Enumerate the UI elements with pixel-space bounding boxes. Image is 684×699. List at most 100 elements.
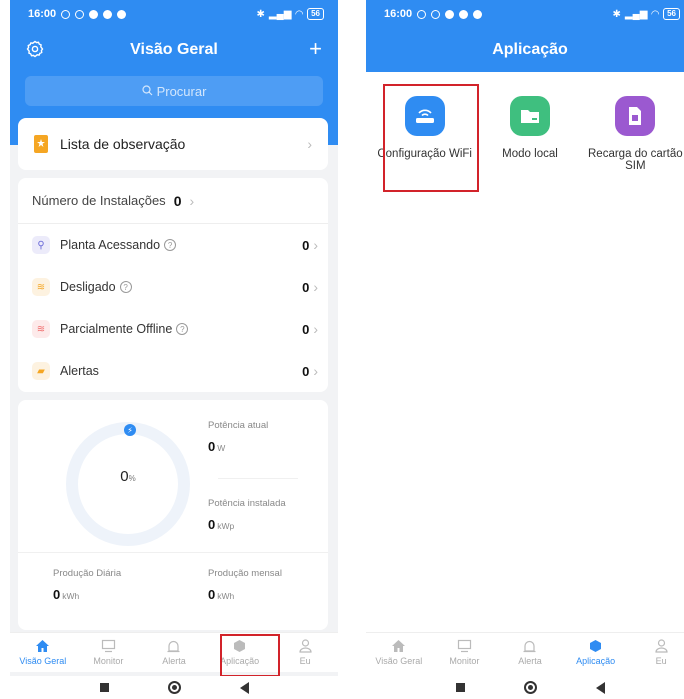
gauge-value: 0%	[120, 468, 136, 485]
sim-card-icon	[615, 96, 656, 136]
chevron-right-icon: ›	[313, 321, 318, 337]
current-power-value: 0	[208, 439, 216, 454]
status-row-label: Desligado	[60, 280, 116, 294]
tab-label: Monitor	[93, 656, 124, 666]
home-icon	[391, 639, 407, 653]
installed-power: Potência instalada 0 kWp	[208, 498, 286, 532]
help-icon[interactable]: ?	[119, 281, 132, 293]
home-icon	[35, 639, 51, 653]
add-button[interactable]: +	[309, 36, 322, 62]
monthly-production: Produção mensal 0 kWh	[208, 568, 282, 602]
search-placeholder: Procurar	[156, 83, 207, 99]
monthly-production-unit: kWh	[217, 591, 235, 601]
notification-icon	[103, 9, 113, 19]
recent-apps-button[interactable]	[99, 683, 109, 692]
bookmark-star-icon	[34, 135, 48, 153]
divider	[218, 478, 298, 479]
tab-overview[interactable]: Visão Geral	[10, 633, 76, 672]
user-icon	[653, 639, 669, 653]
back-button[interactable]	[239, 681, 249, 694]
app-label: Modo local	[502, 148, 558, 160]
alarm-icon	[522, 639, 538, 653]
status-time: 16:00	[28, 8, 57, 20]
installed-power-label: Potência instalada	[208, 498, 286, 509]
monthly-production-label: Produção mensal	[208, 568, 282, 579]
folder-icon	[509, 96, 550, 136]
chevron-right-icon: ›	[313, 279, 318, 295]
bluetooth-icon: ✱	[612, 8, 621, 20]
installed-power-value: 0	[208, 517, 216, 532]
wifi-off-icon: ≋	[32, 278, 50, 296]
monthly-production-value: 0	[208, 587, 216, 602]
application-screen: 16:00 ✱ ▂▄▆ ◠ 56 Aplicação Configuração	[366, 0, 684, 699]
current-power-label: Potência atual	[208, 420, 269, 431]
app-label: Recarga do cartão SIM	[588, 148, 683, 172]
status-row-alerts[interactable]: ▰ Alertas 0 ›	[18, 350, 328, 392]
wifi-icon: ◠	[651, 8, 660, 20]
chevron-right-icon: ›	[189, 192, 195, 209]
app-sim-recharge[interactable]: Recarga do cartão SIM	[587, 86, 683, 172]
tab-alert[interactable]: Alerta	[141, 633, 207, 672]
current-power: Potência atual 0W	[208, 420, 268, 454]
installations-count-row[interactable]: Número de Instalações 0 ›	[18, 178, 328, 224]
divider	[18, 552, 328, 553]
tab-label: Eu	[299, 656, 311, 666]
installations-label: Número de Instalações	[32, 193, 166, 208]
lightning-icon: ⚡	[124, 424, 136, 436]
alert-icon: ▰	[32, 362, 50, 380]
status-row-offline[interactable]: ≋ Desligado? 0 ›	[18, 266, 328, 308]
alarm-icon	[166, 639, 182, 653]
highlight-box	[220, 634, 280, 677]
status-row-value: 0	[302, 279, 310, 295]
settings-gear-icon[interactable]	[26, 40, 44, 58]
app-local-mode[interactable]: Modo local	[482, 86, 578, 172]
daily-production: Produção Diária 0 kWh	[53, 568, 121, 602]
system-nav-bar	[366, 676, 684, 699]
bottom-tab-bar: Visão Geral Monitor Alerta Aplicação Eu	[10, 632, 338, 672]
back-button[interactable]	[595, 681, 605, 694]
tab-label: Visão Geral	[19, 656, 67, 666]
installations-card: Número de Instalações 0 › ⚲ Planta Acess…	[18, 178, 328, 392]
plug-icon: ⚲	[32, 236, 50, 254]
notification-icon	[473, 9, 483, 19]
installations-count: 0	[173, 192, 182, 209]
power-card: ⚡ 0% Potência atual 0W Potência instalad…	[18, 400, 328, 630]
tab-monitor[interactable]: Monitor	[432, 633, 498, 672]
status-row-value: 0	[302, 237, 310, 253]
status-row-plant-accessing[interactable]: ⚲ Planta Acessando? 0 ›	[18, 224, 328, 266]
notification-icon	[459, 9, 469, 19]
tab-me[interactable]: Eu	[628, 633, 684, 672]
signal-icon: ▂▄▆	[624, 8, 648, 20]
battery-icon: 56	[307, 8, 324, 20]
help-icon[interactable]: ?	[176, 323, 189, 335]
header: 16:00 ✱ ▂▄▆ ◠ 56 Aplicação	[366, 0, 684, 72]
tab-label: Monitor	[449, 656, 480, 666]
tab-monitor[interactable]: Monitor	[76, 633, 142, 672]
search-input[interactable]: Procurar	[25, 76, 323, 106]
tab-application[interactable]: Aplicação	[563, 633, 629, 672]
overview-screen: 16:00 ✱ ▂▄▆ ◠ 56 Visão Geral + Procurar …	[10, 0, 338, 699]
status-row-label: Planta Acessando	[60, 238, 161, 252]
search-icon	[141, 84, 153, 99]
wifi-partial-icon: ≋	[32, 320, 50, 338]
home-button[interactable]	[523, 681, 537, 694]
watchlist-row[interactable]: Lista de observação ›	[18, 118, 328, 170]
system-nav-bar	[10, 676, 338, 699]
help-icon[interactable]: ?	[164, 239, 177, 251]
user-icon	[297, 639, 313, 653]
home-button[interactable]	[167, 681, 181, 694]
tab-overview[interactable]: Visão Geral	[366, 633, 432, 672]
tab-me[interactable]: Eu	[272, 633, 338, 672]
recent-apps-button[interactable]	[455, 683, 465, 692]
bottom-tab-bar: Visão Geral Monitor Alerta Aplicação Eu	[366, 632, 684, 672]
notification-icon	[445, 9, 455, 19]
status-time: 16:00	[384, 8, 413, 20]
monitor-icon	[456, 639, 472, 653]
watchlist-label: Lista de observação	[60, 136, 186, 152]
highlight-box	[383, 84, 479, 192]
sync-icon	[61, 9, 71, 19]
status-row-partially-offline[interactable]: ≋ Parcialmente Offline? 0 ›	[18, 308, 328, 350]
status-bar: 16:00 ✱ ▂▄▆ ◠ 56	[10, 0, 338, 28]
daily-production-value: 0	[53, 587, 61, 602]
tab-alert[interactable]: Alerta	[497, 633, 563, 672]
